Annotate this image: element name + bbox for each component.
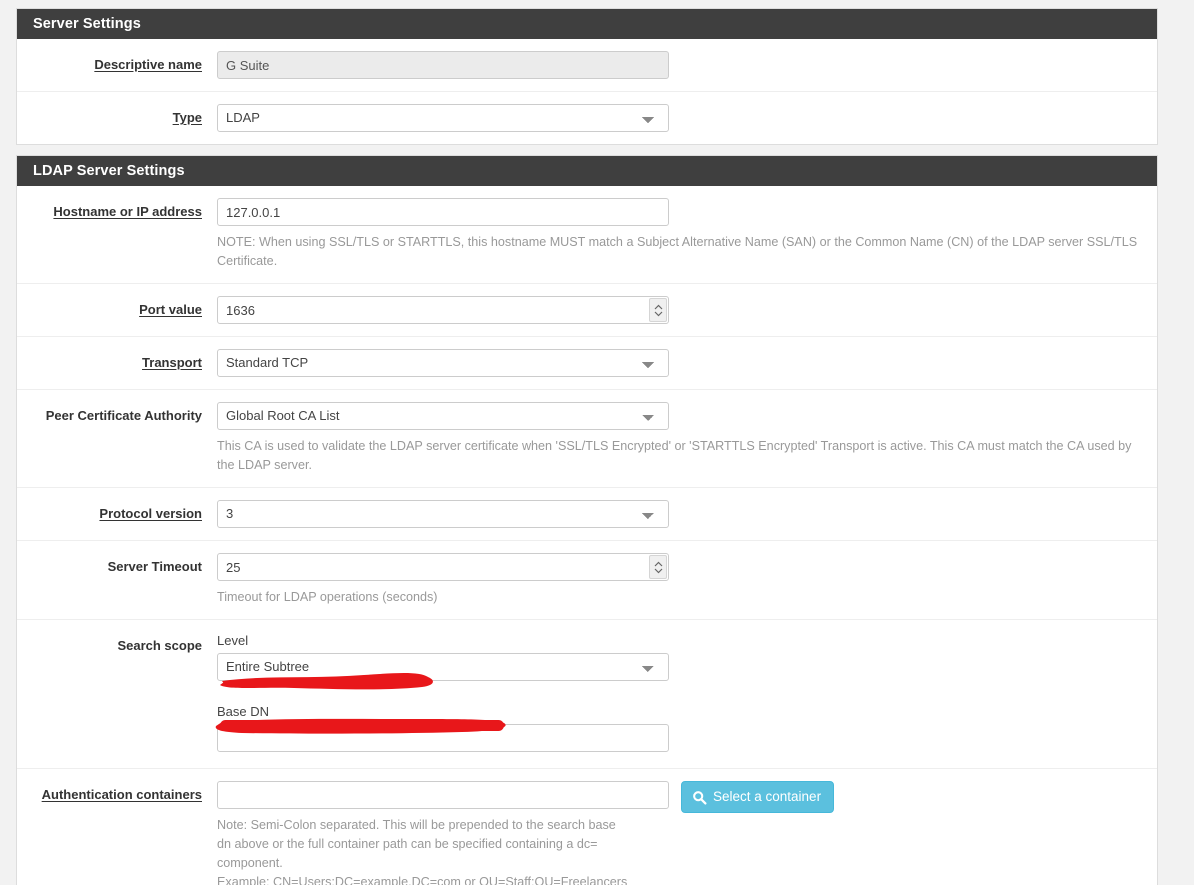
ldap-server-settings-heading: LDAP Server Settings bbox=[17, 156, 1157, 186]
chevron-down-icon bbox=[654, 568, 662, 573]
server-timeout-help: Timeout for LDAP operations (seconds) bbox=[217, 590, 438, 604]
port-label: Port value bbox=[139, 302, 202, 317]
search-scope-base-dn-input[interactable] bbox=[217, 724, 669, 752]
search-scope-level-label: Level bbox=[217, 633, 249, 648]
peer-ca-control: Global Root CA List This CA is used to v… bbox=[217, 402, 1157, 475]
server-settings-body: Descriptive name Type LDAP bbox=[17, 39, 1157, 144]
auth-containers-help: Note: Semi-Colon separated. This will be… bbox=[217, 816, 667, 885]
descriptive-name-input[interactable] bbox=[217, 51, 669, 79]
port-control bbox=[217, 296, 1157, 324]
protocol-version-label: Protocol version bbox=[99, 506, 202, 521]
row-protocol-version: Protocol version 3 bbox=[17, 488, 1157, 541]
descriptive-name-label: Descriptive name bbox=[94, 57, 202, 72]
search-scope-control: Level Entire Subtree Base DN bbox=[217, 632, 1157, 752]
peer-ca-label: Peer Certificate Authority bbox=[45, 408, 202, 423]
chevron-up-icon bbox=[654, 304, 662, 309]
row-peer-ca: Peer Certificate Authority Global Root C… bbox=[17, 390, 1157, 488]
auth-containers-control: Note: Semi-Colon separated. This will be… bbox=[217, 781, 1157, 885]
row-search-scope: Search scope Level Entire Subtree Base D… bbox=[17, 620, 1157, 769]
ldap-server-settings-body: Hostname or IP address NOTE: When using … bbox=[17, 186, 1157, 885]
type-select[interactable]: LDAP bbox=[217, 104, 669, 132]
ldap-server-settings-panel: LDAP Server Settings Hostname or IP addr… bbox=[16, 155, 1158, 885]
auth-containers-help-line-2: dn above or the full container path can … bbox=[217, 837, 598, 851]
row-port: Port value bbox=[17, 284, 1157, 337]
search-scope-base-dn-block: Base DN bbox=[217, 703, 1143, 752]
peer-ca-help: This CA is used to validate the LDAP ser… bbox=[217, 439, 1132, 472]
auth-containers-help-line-4: Example: CN=Users;DC=example,DC=com or O… bbox=[217, 875, 628, 885]
server-timeout-label: Server Timeout bbox=[107, 559, 202, 574]
auth-containers-line: Note: Semi-Colon separated. This will be… bbox=[217, 781, 1143, 885]
transport-label: Transport bbox=[142, 355, 202, 370]
search-scope-base-dn-label: Base DN bbox=[217, 704, 270, 719]
hostname-control: NOTE: When using SSL/TLS or STARTTLS, th… bbox=[217, 198, 1157, 271]
search-scope-level-block: Level Entire Subtree bbox=[217, 632, 1143, 681]
search-scope-label: Search scope bbox=[117, 638, 202, 653]
row-descriptive-name: Descriptive name bbox=[17, 39, 1157, 92]
select-a-container-button-label: Select a container bbox=[713, 789, 822, 804]
server-timeout-control: Timeout for LDAP operations (seconds) bbox=[217, 553, 1157, 607]
chevron-down-icon bbox=[654, 311, 662, 316]
search-scope-level-select[interactable]: Entire Subtree bbox=[217, 653, 669, 681]
hostname-help: NOTE: When using SSL/TLS or STARTTLS, th… bbox=[217, 235, 1138, 268]
search-icon bbox=[693, 790, 707, 805]
hostname-input[interactable] bbox=[217, 198, 669, 226]
port-stepper[interactable] bbox=[649, 298, 667, 322]
descriptive-name-control bbox=[217, 51, 1157, 79]
row-auth-containers: Authentication containers Note: Semi-Col… bbox=[17, 769, 1157, 885]
port-spinner-wrap bbox=[217, 296, 669, 324]
peer-ca-select[interactable]: Global Root CA List bbox=[217, 402, 669, 430]
server-timeout-spinner-wrap bbox=[217, 553, 669, 581]
row-hostname: Hostname or IP address NOTE: When using … bbox=[17, 186, 1157, 284]
select-a-container-button[interactable]: Select a container bbox=[681, 781, 835, 813]
server-settings-panel: Server Settings Descriptive name Type LD… bbox=[16, 8, 1158, 145]
auth-containers-help-line-3: component. bbox=[217, 856, 283, 870]
settings-page: Server Settings Descriptive name Type LD… bbox=[0, 0, 1194, 885]
protocol-version-control: 3 bbox=[217, 500, 1157, 528]
transport-select[interactable]: Standard TCP bbox=[217, 349, 669, 377]
chevron-up-icon bbox=[654, 561, 662, 566]
server-timeout-stepper[interactable] bbox=[649, 555, 667, 579]
server-settings-heading: Server Settings bbox=[17, 9, 1157, 39]
transport-control: Standard TCP bbox=[217, 349, 1157, 377]
row-transport: Transport Standard TCP bbox=[17, 337, 1157, 390]
auth-containers-help-line-1: Note: Semi-Colon separated. This will be… bbox=[217, 818, 616, 832]
server-timeout-input[interactable] bbox=[217, 553, 669, 581]
port-input[interactable] bbox=[217, 296, 669, 324]
row-server-timeout: Server Timeout Ti bbox=[17, 541, 1157, 620]
hostname-label: Hostname or IP address bbox=[53, 204, 202, 219]
type-control: LDAP bbox=[217, 104, 1157, 132]
type-label: Type bbox=[172, 110, 202, 125]
protocol-version-select[interactable]: 3 bbox=[217, 500, 669, 528]
auth-containers-input[interactable] bbox=[217, 781, 669, 809]
row-type: Type LDAP bbox=[17, 92, 1157, 144]
auth-containers-label: Authentication containers bbox=[41, 787, 202, 802]
